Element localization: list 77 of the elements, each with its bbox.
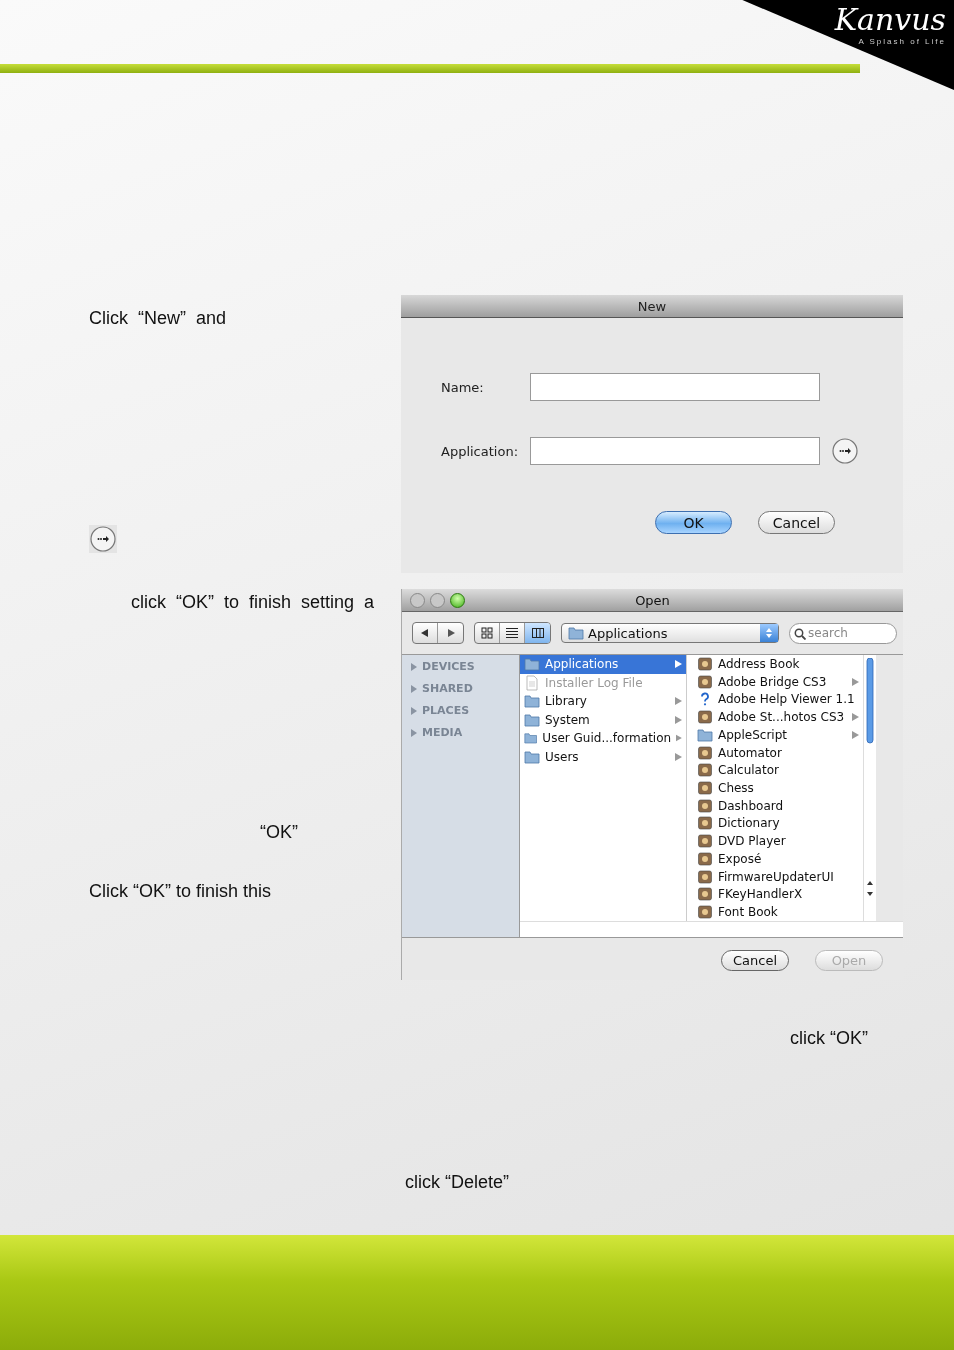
application-icon <box>697 780 713 796</box>
instruction-text: “OK” <box>260 822 298 842</box>
browse-button-icon <box>89 525 117 553</box>
disclosure-triangle-icon[interactable] <box>410 684 418 693</box>
disclosure-arrow-icon <box>852 677 859 686</box>
file-item[interactable]: Applications <box>520 655 686 674</box>
application-icon <box>697 744 713 761</box>
folder-icon <box>524 711 540 728</box>
file-item[interactable]: Address Book <box>693 655 863 673</box>
application-icon <box>697 709 713 726</box>
column-view-button[interactable] <box>525 623 550 643</box>
file-item[interactable]: Dictionary <box>693 814 863 833</box>
file-item[interactable]: FKeyHandlerX <box>693 885 863 904</box>
close-button[interactable] <box>410 592 425 608</box>
file-item[interactable]: Adobe St...hotos CS3 <box>693 708 863 726</box>
application-icon <box>697 762 713 779</box>
list-lines-icon <box>506 627 518 639</box>
field-label: Name: <box>441 379 485 395</box>
file-item[interactable]: System <box>520 710 686 729</box>
instruction-text: click “OK” to finish setting a <box>131 592 375 612</box>
application-icon <box>697 850 713 867</box>
forward-arrow-icon <box>445 628 456 638</box>
dialog-title: New <box>637 298 667 314</box>
folder-icon <box>524 730 538 747</box>
file-item[interactable]: Exposé <box>693 850 863 868</box>
folder-icon <box>524 656 540 673</box>
file-item[interactable]: Calculator <box>693 761 863 780</box>
application-icon <box>697 904 713 921</box>
instruction-text: Click “OK” to finish this <box>89 881 272 901</box>
file-item[interactable]: Automator <box>693 743 863 762</box>
file-item[interactable]: Library <box>520 692 686 711</box>
back-arrow-icon <box>420 628 430 638</box>
file-item[interactable]: Users <box>520 747 686 766</box>
document-icon <box>524 674 540 691</box>
browse-button[interactable] <box>832 438 858 464</box>
folder-icon <box>524 748 540 765</box>
instruction-text: click “Delete” <box>405 1172 510 1193</box>
search-icon <box>794 627 806 640</box>
file-item[interactable]: DVD Player <box>693 832 863 851</box>
application-icon <box>697 868 713 885</box>
disclosure-triangle-icon[interactable] <box>410 728 418 737</box>
instruction-text: Click “New” and <box>89 308 227 328</box>
application-icon <box>697 833 713 850</box>
file-item[interactable]: Dashboard <box>693 796 863 815</box>
dialog-button[interactable]: Cancel <box>721 950 789 971</box>
zoom-button[interactable] <box>450 592 465 608</box>
folder-icon <box>568 626 584 640</box>
folder-icon <box>524 693 540 710</box>
file-item[interactable]: Adobe Bridge CS3 <box>693 672 863 691</box>
disclosure-arrow-icon <box>675 660 682 669</box>
application-icon <box>697 655 713 672</box>
disclosure-triangle-icon[interactable] <box>410 662 418 671</box>
file-item[interactable]: AppleScript <box>693 725 863 744</box>
file-item[interactable]: Adobe Help Viewer 1.1 <box>693 690 863 709</box>
window-title: Open <box>635 592 670 608</box>
text-field[interactable] <box>530 437 820 465</box>
file-item[interactable]: User Guid...formation <box>520 729 686 748</box>
file-item[interactable]: Font Book <box>693 903 863 921</box>
instruction-text: click “OK” <box>790 1028 868 1049</box>
file-item[interactable]: FirmwareUpdaterUI <box>693 867 863 886</box>
location-popup[interactable]: Applications <box>561 623 779 643</box>
disclosure-triangle-icon[interactable] <box>410 706 418 715</box>
application-icon <box>697 886 713 903</box>
minimize-button[interactable] <box>430 592 445 608</box>
text-field[interactable] <box>530 373 820 401</box>
up-down-arrows-icon <box>765 627 773 639</box>
search-field[interactable]: search <box>789 622 897 644</box>
dialog-button[interactable]: Cancel <box>758 511 835 534</box>
application-icon <box>697 797 713 814</box>
dialog-button[interactable]: OK <box>655 511 732 534</box>
application-icon <box>697 673 713 690</box>
field-label: Application: <box>441 443 520 459</box>
application-icon <box>697 815 713 832</box>
icon-grid-icon <box>481 627 493 639</box>
file-item[interactable]: Chess <box>693 779 863 797</box>
columns-icon <box>531 627 544 639</box>
folder-icon <box>697 726 713 743</box>
